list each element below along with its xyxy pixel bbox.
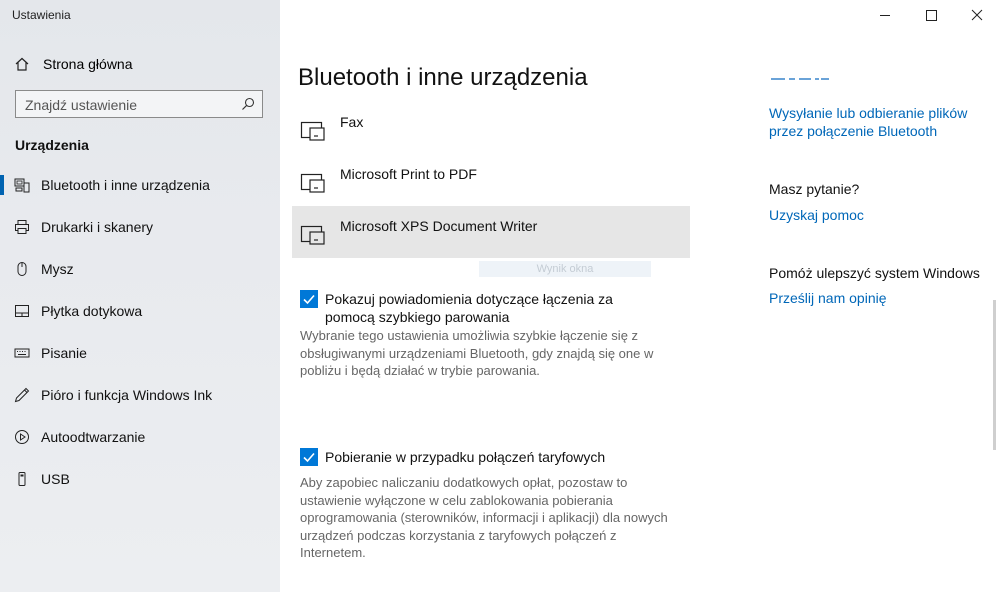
device-item-xps-writer[interactable]: Microsoft XPS Document Writer [292, 206, 690, 258]
sidebar-item-label: Drukarki i skanery [41, 219, 154, 235]
sidebar-item-typing[interactable]: Pisanie [0, 335, 280, 371]
checkmark-icon [303, 294, 315, 305]
page-title: Bluetooth i inne urządzenia [298, 64, 588, 92]
sidebar-item-pen[interactable]: Pióro i funkcja Windows Ink [0, 377, 280, 413]
usb-icon [18, 472, 26, 486]
pen-icon [14, 387, 30, 403]
question-heading: Masz pytanie? [769, 181, 860, 197]
section-title: Urządzenia [15, 137, 89, 153]
sidebar-item-touchpad[interactable]: Płytka dotykowa [0, 293, 280, 329]
sidebar-item-label: Płytka dotykowa [41, 303, 143, 319]
home-label: Strona główna [43, 56, 133, 72]
minimize-icon [880, 15, 890, 16]
swift-pair-description: Wybranie tego ustawienia umożliwia szybk… [300, 328, 654, 378]
ghost-tooltip: Wynik okna [479, 261, 651, 277]
search-icon[interactable] [241, 97, 255, 111]
sidebar-item-label: USB [41, 471, 70, 487]
device-label: Fax [340, 114, 364, 130]
maximize-icon [926, 10, 937, 21]
improve-heading: Pomóż ulepszyć system Windows [769, 265, 980, 281]
device-item-fax[interactable]: Fax [292, 102, 690, 154]
sidebar-item-printers[interactable]: Drukarki i skanery [0, 209, 280, 245]
printer-icon [15, 220, 29, 234]
autoplay-icon [15, 430, 29, 444]
metered-download-label[interactable]: Pobieranie w przypadku połączeń taryfowy… [325, 448, 655, 466]
sidebar-item-label: Autoodtwarzanie [41, 429, 146, 445]
mouse-icon [17, 262, 27, 276]
send-receive-files-link[interactable]: Wysyłanie lub odbieranie plików przez po… [769, 104, 969, 140]
keyboard-icon [14, 348, 30, 358]
printer-device-icon [300, 173, 325, 193]
feedback-link[interactable]: Prześlij nam opinię [769, 289, 887, 307]
sidebar-item-usb[interactable]: USB [0, 461, 280, 497]
home-link[interactable]: Strona główna [0, 50, 280, 78]
metered-download-checkbox[interactable] [300, 448, 318, 466]
device-label: Microsoft Print to PDF [340, 166, 477, 182]
sidebar: Ustawienia Strona główna Znajdź ustawien… [0, 0, 280, 592]
device-label: Microsoft XPS Document Writer [340, 218, 538, 234]
checkmark-icon [303, 452, 315, 463]
main-content: Bluetooth i inne urządzenia Fax Microsof… [280, 0, 1000, 592]
sidebar-item-label: Bluetooth i inne urządzenia [41, 177, 210, 193]
sidebar-item-label: Mysz [41, 261, 74, 277]
search-input[interactable]: Znajdź ustawienie [15, 90, 263, 118]
device-item-print-to-pdf[interactable]: Microsoft Print to PDF [292, 154, 690, 206]
sidebar-item-mouse[interactable]: Mysz [0, 251, 280, 287]
maximize-button[interactable] [908, 0, 954, 30]
scrollbar[interactable] [993, 300, 996, 450]
sidebar-item-label: Pisanie [41, 345, 87, 361]
close-icon [971, 9, 983, 21]
printer-device-icon [300, 121, 325, 141]
metered-download-description: Aby zapobiec naliczaniu dodatkowych opła… [300, 475, 668, 560]
get-help-link[interactable]: Uzyskaj pomoc [769, 206, 864, 224]
bluetooth-devices-icon [14, 178, 30, 193]
home-icon [15, 57, 29, 71]
sidebar-item-bluetooth[interactable]: Bluetooth i inne urządzenia [0, 167, 280, 203]
swift-pair-checkbox[interactable] [300, 290, 318, 308]
app-title: Ustawienia [12, 8, 71, 22]
sidebar-item-label: Pióro i funkcja Windows Ink [41, 387, 213, 403]
swift-pair-label[interactable]: Pokazuj powiadomienia dotyczące łączenia… [325, 290, 655, 326]
close-button[interactable] [954, 0, 1000, 30]
printer-device-icon [300, 225, 325, 245]
clipped-link [769, 72, 859, 80]
touchpad-icon [15, 305, 29, 317]
minimize-button[interactable] [862, 0, 908, 30]
search-placeholder: Znajdź ustawienie [25, 97, 138, 113]
sidebar-item-autoplay[interactable]: Autoodtwarzanie [0, 419, 280, 455]
